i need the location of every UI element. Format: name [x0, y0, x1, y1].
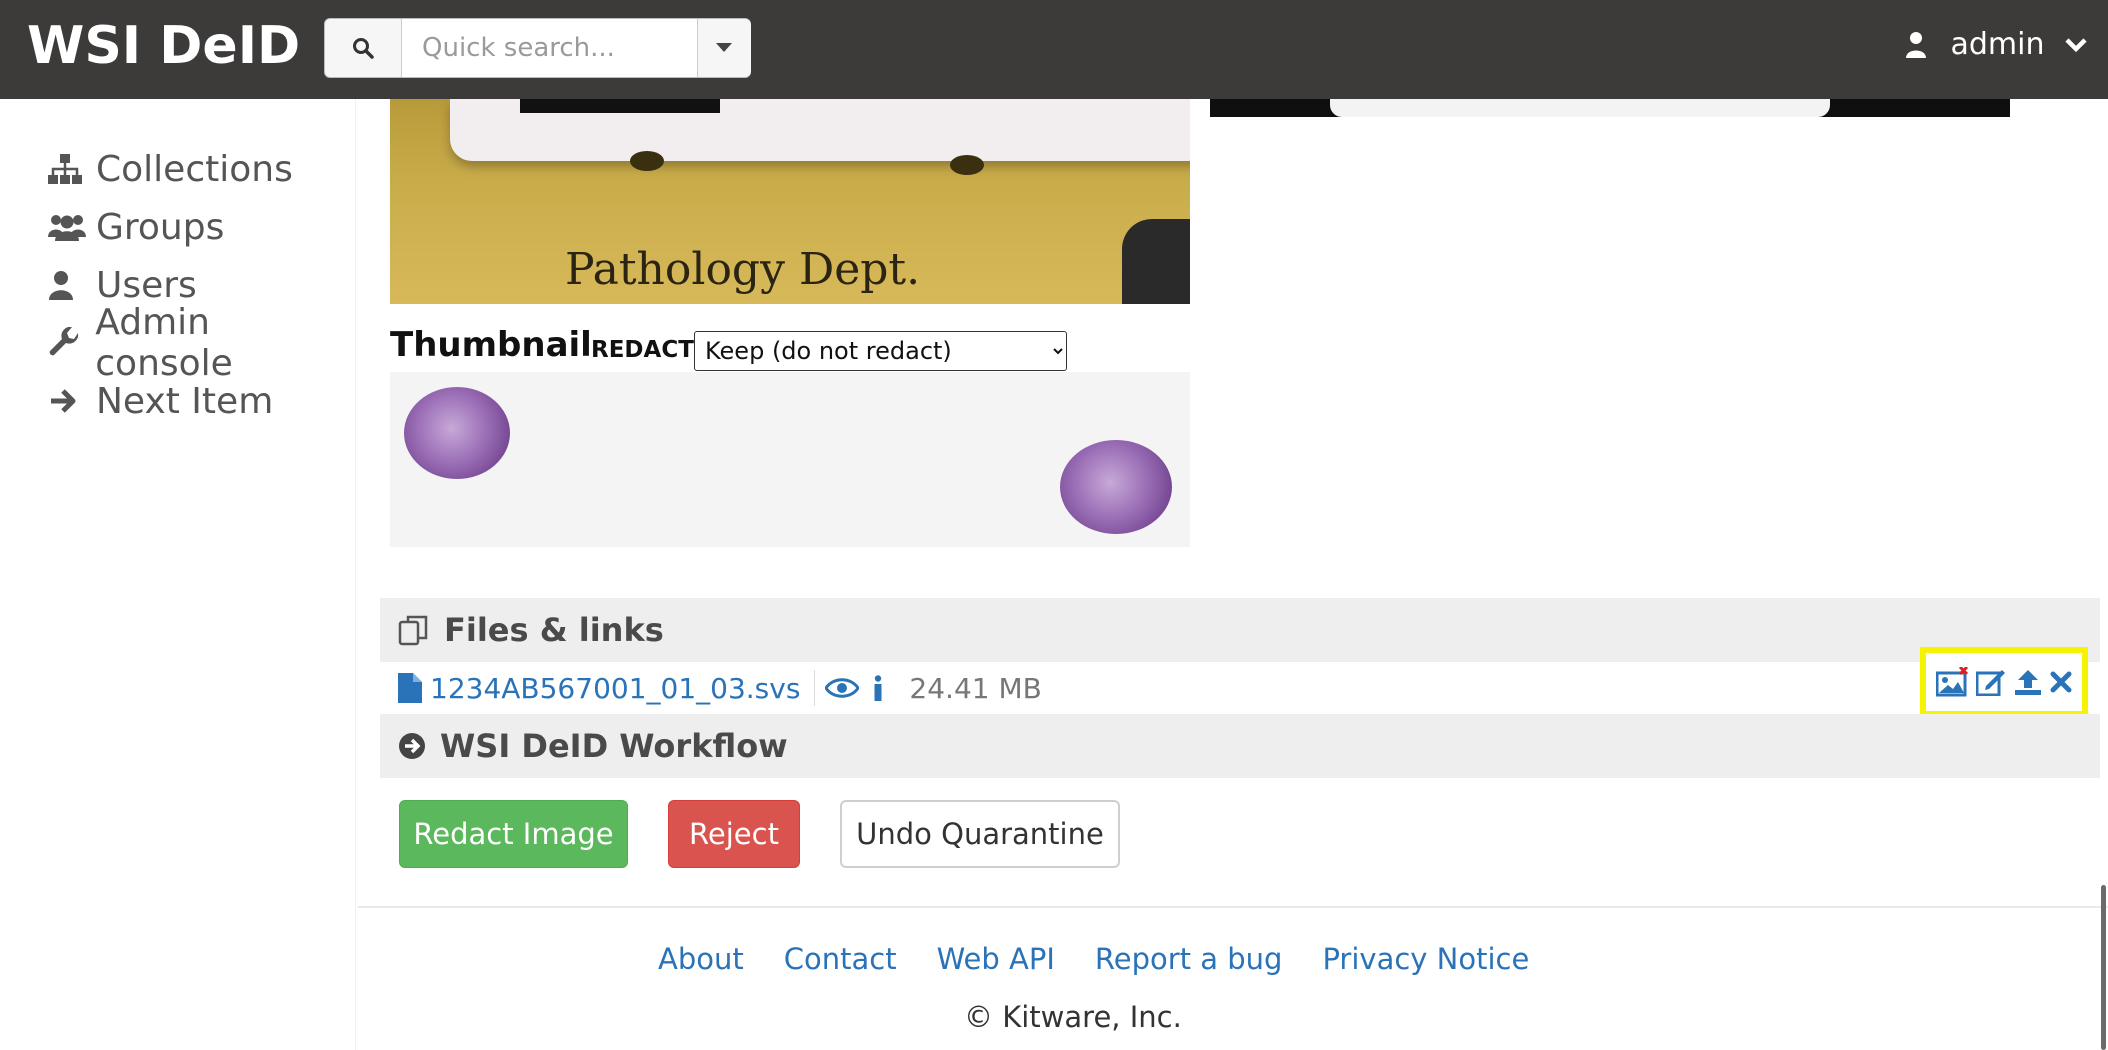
- search-icon: [353, 38, 374, 59]
- undo-quarantine-button[interactable]: Undo Quarantine: [840, 800, 1120, 868]
- label-image: Pathology Dept.: [390, 99, 1190, 304]
- search-mode-dropdown[interactable]: [697, 19, 751, 77]
- upload-icon[interactable]: [2014, 668, 2042, 696]
- macro-image: [1210, 99, 2010, 117]
- footer-link-about[interactable]: About: [658, 942, 744, 976]
- file-size: 24.41 MB: [909, 671, 1042, 705]
- sidebar-item-admin-console[interactable]: Admin console: [48, 302, 355, 384]
- circle-arrow-right-icon: [398, 732, 426, 760]
- files-links-title: Files & links: [444, 611, 664, 649]
- redact-image-icon[interactable]: [1936, 667, 1968, 697]
- footer-links: About Contact Web API Report a bug Priva…: [658, 942, 1529, 976]
- file-row: 1234AB567001_01_03.svs 24.41 MB: [380, 662, 2100, 714]
- user-icon: [48, 270, 96, 300]
- tissue-sample-shape: [1060, 440, 1172, 534]
- footer-link-contact[interactable]: Contact: [784, 942, 897, 976]
- reject-button[interactable]: Reject: [668, 800, 800, 868]
- thumbnail-image: [390, 372, 1190, 547]
- user-name: admin: [1950, 27, 2045, 62]
- sidebar-item-label: Groups: [96, 206, 225, 248]
- sidebar-item-next-item[interactable]: Next Item: [48, 371, 273, 431]
- footer-link-web-api[interactable]: Web API: [937, 942, 1055, 976]
- sidebar-item-label: Users: [96, 264, 197, 306]
- files-links-header: Files & links: [380, 598, 2100, 662]
- caret-down-icon: [716, 43, 732, 52]
- file-icon: [398, 673, 422, 703]
- user-menu[interactable]: admin: [1905, 26, 2088, 72]
- footer-link-report-bug[interactable]: Report a bug: [1095, 942, 1283, 976]
- quick-search-input[interactable]: [402, 19, 672, 77]
- sidebar-item-collections[interactable]: Collections: [48, 139, 293, 199]
- copyright: © Kitware, Inc.: [964, 1000, 1182, 1034]
- file-link[interactable]: 1234AB567001_01_03.svs: [430, 672, 800, 705]
- quick-search-group: [324, 18, 751, 78]
- file-actions-highlight: [1920, 647, 2088, 717]
- user-icon: [1905, 31, 1926, 58]
- info-icon[interactable]: [871, 675, 885, 701]
- redact-image-button[interactable]: Redact Image: [399, 800, 628, 868]
- wrench-icon: [48, 327, 95, 359]
- top-navbar: WSI DeID admin: [0, 0, 2108, 99]
- scrollbar-thumb[interactable]: [2101, 885, 2106, 1050]
- users-icon: [48, 213, 96, 241]
- workflow-title: WSI DeID Workflow: [440, 727, 788, 765]
- redact-label: REDACT: [591, 337, 694, 363]
- sidebar: Collections Groups Users Admin console N…: [0, 99, 356, 1050]
- copy-files-icon: [398, 614, 430, 646]
- eye-icon[interactable]: [825, 677, 860, 699]
- label-image-text: Pathology Dept.: [565, 244, 921, 295]
- delete-icon[interactable]: [2050, 671, 2072, 693]
- sidebar-item-label: Next Item: [96, 380, 274, 422]
- chevron-down-icon: [2065, 37, 2087, 52]
- thumbnail-title: Thumbnail: [390, 325, 592, 365]
- search-button[interactable]: [325, 19, 402, 77]
- arrow-right-icon: [48, 386, 96, 416]
- tissue-sample-shape: [404, 387, 510, 479]
- app-brand[interactable]: WSI DeID: [27, 16, 300, 76]
- sidebar-item-label: Collections: [96, 148, 293, 190]
- workflow-header: WSI DeID Workflow: [380, 714, 2100, 778]
- footer-link-privacy[interactable]: Privacy Notice: [1322, 942, 1529, 976]
- content-divider: [358, 906, 2108, 908]
- sitemap-icon: [48, 154, 96, 184]
- thumbnail-redact-select[interactable]: Keep (do not redact): [694, 331, 1067, 371]
- edit-icon[interactable]: [1976, 668, 2006, 696]
- sidebar-item-groups[interactable]: Groups: [48, 197, 224, 257]
